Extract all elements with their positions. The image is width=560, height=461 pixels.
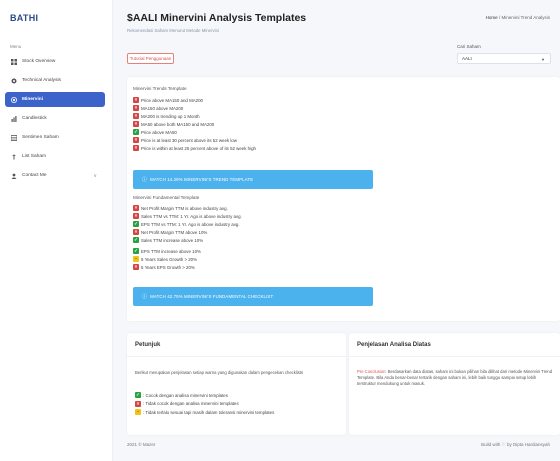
analysis-card: Minervini Trends Template × Price above M… (127, 77, 560, 321)
list-item: × MA150 above MA200 (133, 104, 184, 111)
cross-icon: × (133, 263, 139, 270)
footer-copyright: 2021 © Mazer (127, 442, 156, 447)
list-item: × MA50 above both MA150 and MA200 (133, 120, 215, 127)
list-item: ✓ EPS TTM increase above 10% (133, 247, 201, 254)
fundamental-result-banner: ⓘ MATCH 42.75% MINERVINI'S FUNDAMENTAL C… (133, 287, 373, 306)
list-item: ✓ Price above MA50 (133, 128, 177, 135)
list-item: ×: Tidak cocok dengan analisa minervini … (135, 400, 239, 407)
trend-result-banner: ⓘ MATCH 14.29% MINERVINI'S TREND TEMPLAT… (133, 170, 373, 189)
sidebar-item-label: List Saham (22, 154, 46, 159)
breadcrumb-home[interactable]: Home (486, 15, 498, 20)
cross-icon: × (133, 96, 139, 103)
conclusion-label: Pre Conclusion (357, 369, 386, 374)
bar-chart-icon (11, 115, 17, 122)
sidebar-item-label: Contact Me (22, 173, 47, 178)
tutorial-button[interactable]: Tutorial Penggunaan (127, 53, 174, 64)
sidebar-item-label: Minervini (22, 97, 44, 102)
gear-icon (11, 78, 17, 83)
trend-template-title: Minervini Trends Template (133, 86, 187, 91)
check-icon: ✓ (133, 236, 139, 243)
list-item: × Sales TTM vs TTM: 1 Yr. Ago is above in… (133, 212, 242, 219)
sidebar-item-candlestick[interactable]: Candlestick (5, 111, 105, 126)
penjelasan-title: Penjelasan Analisa Diatas (357, 342, 431, 348)
breadcrumb-current: Minervini Trend Analysis (501, 15, 550, 20)
minus-icon: – (133, 255, 139, 262)
cross-icon: × (133, 212, 139, 219)
breadcrumb: Home / Minervini Trend Analysis (486, 15, 550, 20)
conclusion-text: : Berdasarkan data diatas, saham ini buk… (357, 369, 553, 386)
sidebar-item-minervini[interactable]: Minervini (5, 92, 105, 107)
info-circle-icon: ⓘ (142, 294, 148, 300)
sidebar-item-label: Stock Overview (22, 59, 56, 64)
cross-icon: × (133, 104, 139, 111)
list-item: × Net Profit Margin TTM is above industry… (133, 204, 228, 211)
chevron-down-icon: ∨ (93, 172, 97, 179)
petunjuk-card: Petunjuk Berikut merupakan penjelasan se… (127, 333, 346, 435)
cross-icon: × (133, 112, 139, 119)
sidebar-item-technical-analysis[interactable]: Technical Analysis (5, 73, 105, 88)
cross-icon: × (133, 120, 139, 127)
cross-icon: × (135, 400, 141, 407)
sidebar-item-stock-overview[interactable]: Stock Overview (5, 54, 105, 69)
divider (349, 356, 560, 357)
list-item: –: Tidak terlalu sesuai tapi masih dalam… (135, 409, 275, 416)
check-icon: ✓ (133, 220, 139, 227)
sidebar-item-sentimen-saham[interactable]: Sentimen Saham (5, 130, 105, 145)
sidebar-item-contact-me[interactable]: Contact Me ∨ (5, 168, 105, 183)
sidebar-item-label: Candlestick (22, 116, 47, 121)
main-content: $AALI Minervini Analysis Templates Rekom… (113, 0, 560, 461)
footer-credit: Build with ♡ by Dipta Hardiansyah (481, 442, 550, 447)
sidebar-item-label: Sentimen Saham (22, 135, 59, 140)
list-item: × MA200 is trending up 1 Month (133, 112, 200, 119)
cross-icon: × (133, 136, 139, 143)
petunjuk-title: Petunjuk (135, 342, 161, 348)
penjelasan-text: Pre Conclusion: Berdasarkan data diatas,… (357, 369, 553, 387)
brand-logo[interactable]: BATHI (10, 13, 38, 23)
sidebar-nav: Stock Overview Technical Analysis Minerv… (5, 54, 105, 187)
list-icon (12, 154, 16, 159)
cross-icon: × (133, 228, 139, 235)
stock-search-label: Cari Saham (457, 44, 481, 49)
heart-icon: ♡ (501, 442, 506, 447)
color-legend: ✓: Cocok dengan analisa minervini templa… (135, 391, 274, 417)
list-item: × Price is at least 30 percent above its … (133, 136, 237, 143)
sidebar-item-list-saham[interactable]: List Saham (5, 149, 105, 164)
list-item: × Price above MA150 and MA200 (133, 96, 203, 103)
page-subtitle: Rekomendasi Saham Menurut Metode Minervi… (127, 28, 219, 33)
page-title: $AALI Minervini Analysis Templates (127, 12, 307, 24)
list-item: × 5 Years EPS Growth > 20% (133, 263, 195, 270)
trend-criteria-list: × Price above MA150 and MA200 × MA150 abov… (133, 96, 256, 152)
target-icon (11, 96, 17, 103)
breadcrumb-separator: / (498, 15, 501, 20)
penjelasan-card: Penjelasan Analisa Diatas Pre Conclusion… (349, 333, 560, 435)
sidebar-item-label: Technical Analysis (22, 78, 61, 83)
check-icon: ✓ (133, 247, 139, 254)
sidebar: BATHI Menu Stock Overview Technical Anal… (0, 0, 113, 461)
check-icon: ✓ (133, 128, 139, 135)
petunjuk-text: Berikut merupakan penjelasan setiap warn… (135, 370, 304, 375)
table-icon (11, 134, 17, 141)
list-item: ✓ Sales TTM increase above 10% (133, 236, 204, 243)
list-item: × Net Profit Margin TTM above 10% (133, 228, 208, 235)
check-icon: ✓ (135, 392, 141, 399)
fundamental-template-title: Minervini Fundamental Template (133, 195, 200, 200)
list-item: –5 Years Sales Growth > 20% (133, 255, 198, 262)
stock-select[interactable]: AALI ▼ (457, 53, 551, 64)
minus-icon: – (135, 409, 141, 416)
menu-heading: Menu (10, 44, 22, 49)
cross-icon: × (133, 204, 139, 211)
info-circle-icon: ⓘ (142, 177, 148, 183)
divider (127, 356, 346, 357)
fundamental-criteria-list: × Net Profit Margin TTM is above industry… (133, 204, 242, 271)
grid-icon (11, 58, 17, 65)
list-item: ✓: Cocok dengan analisa minervini templa… (135, 392, 228, 399)
list-item: ✓ EPS TTM vs TTM: 1 Yr. Ago is above indu… (133, 220, 240, 227)
caret-down-icon: ▼ (541, 57, 545, 62)
stock-select-value: AALI (462, 56, 472, 61)
list-item: × Price is within at least 25 percent abo… (133, 144, 256, 151)
cross-icon: × (133, 144, 139, 151)
users-icon (11, 173, 17, 179)
